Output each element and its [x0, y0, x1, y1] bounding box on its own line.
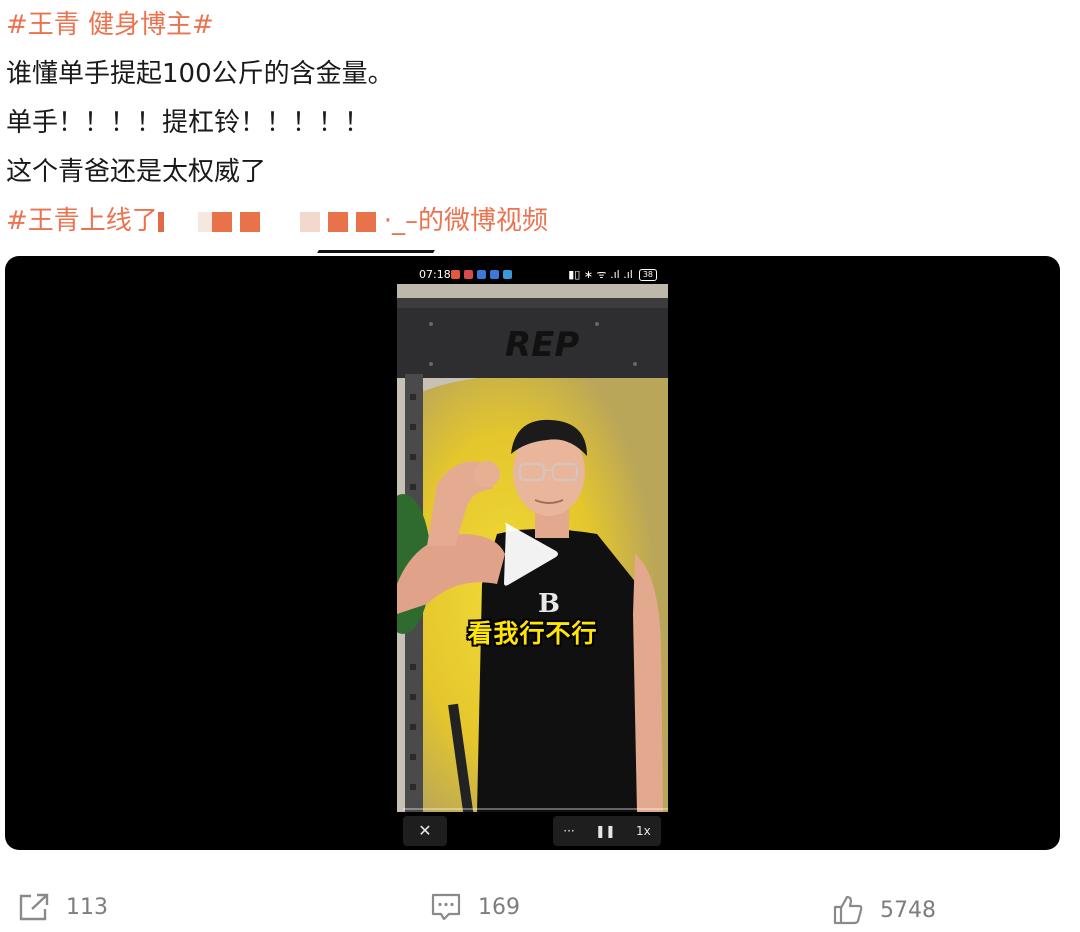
- comment-count: 169: [478, 894, 520, 920]
- close-video-button[interactable]: ✕: [403, 816, 447, 846]
- redaction-block: [197, 212, 212, 232]
- redaction-block: [211, 212, 232, 232]
- redaction-block: [157, 212, 164, 232]
- like-count: 5748: [880, 897, 936, 923]
- like-button[interactable]: 5748: [832, 894, 936, 926]
- redaction-block: [327, 212, 348, 232]
- playback-controls: ··· ❚❚ 1x: [553, 816, 661, 846]
- post-line-3: 单手！！！！提杠铃！！！！！: [6, 108, 371, 138]
- status-right: ▮▯ ∗ ᯤ .ıl .ıl 38: [568, 264, 657, 286]
- hashtag-wangqing[interactable]: #王青 健身博主#: [6, 10, 214, 40]
- speed-button[interactable]: 1x: [636, 816, 651, 846]
- video-player[interactable]: 07:18 ▮▯ ∗ ᯤ .ıl .ıl 38 REP B 看我行不行 ✕ ··…: [5, 256, 1060, 850]
- redaction-block: [299, 212, 320, 232]
- comment-icon: [431, 893, 461, 921]
- hashtag-video-link[interactable]: #王青上线了 ·_–的微博视频: [6, 206, 548, 236]
- post-line-5: #王青上线了 ·_–的微博视频: [6, 204, 548, 238]
- hashtag-video-tag: #王青上线了: [6, 206, 158, 236]
- battery-icon: 38: [638, 269, 657, 281]
- share-icon: [19, 893, 49, 921]
- comment-button[interactable]: 169: [430, 892, 520, 922]
- share-count: 113: [66, 894, 108, 920]
- share-button[interactable]: 113: [18, 892, 108, 922]
- notification-icons: [451, 270, 512, 279]
- status-time: 07:18: [419, 268, 451, 281]
- redaction-block: [355, 212, 376, 232]
- rack-brand-logo: REP: [505, 325, 579, 365]
- video-progress-track[interactable]: [403, 808, 668, 810]
- video-link-suffix: ·_–的微博视频: [383, 206, 549, 236]
- pointer-tail: [317, 250, 435, 253]
- post-line-2: 谁懂单手提起100公斤的含金量。: [6, 59, 394, 89]
- video-caption: 看我行不行: [467, 619, 598, 648]
- pause-button[interactable]: ❚❚: [595, 816, 615, 846]
- post-line-4: 这个青爸还是太权威了: [6, 157, 267, 187]
- thumbs-up-icon: [833, 895, 863, 925]
- post-line-1: #王青 健身博主#: [6, 8, 214, 42]
- redaction-block: [239, 212, 260, 232]
- more-options-button[interactable]: ···: [563, 816, 574, 846]
- phone-status-bar: 07:18 ▮▯ ∗ ᯤ .ıl .ıl 38: [403, 264, 671, 286]
- signal-icon: ▮▯ ∗ ᯤ .ıl .ıl: [568, 268, 633, 281]
- action-bar: 113 169 5748: [0, 880, 1080, 932]
- play-icon[interactable]: [500, 521, 560, 587]
